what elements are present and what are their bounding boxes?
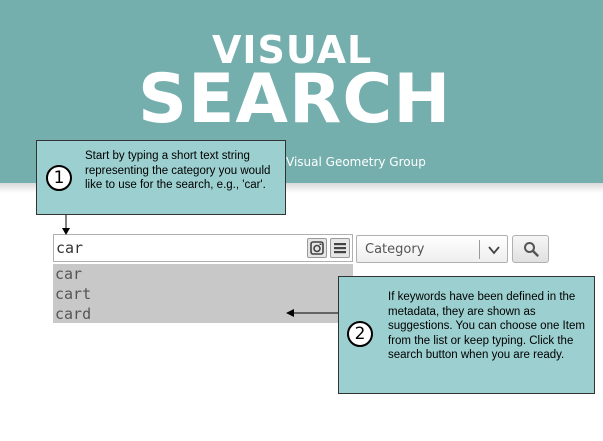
- callout-arrows: [62, 215, 338, 317]
- arrow-1-head: [62, 228, 70, 235]
- page: VISUAL SEARCH Visual Geometry Group Cate…: [0, 0, 603, 441]
- arrow-2-head: [286, 309, 294, 317]
